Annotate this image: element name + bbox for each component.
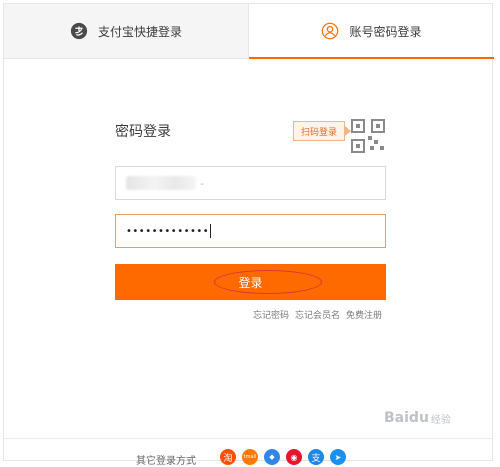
login-button[interactable]: 登录	[115, 264, 386, 300]
tab-alipay-label: 支付宝快捷登录	[97, 24, 182, 39]
forgot-username-link[interactable]: 忘记会员名	[295, 308, 340, 321]
scan-login-label: 扫码登录	[301, 127, 338, 138]
register-link[interactable]: 免费注册	[346, 308, 382, 321]
login-tabs: 支付宝快捷登录 账号密码登录	[4, 4, 494, 59]
account-value-suffix: -	[200, 176, 204, 190]
other-login-label: 其它登录方式	[136, 456, 196, 467]
login-title: 密码登录	[115, 124, 171, 140]
watermark-suffix: 经验	[430, 414, 451, 426]
tab-account-label: 账号密码登录	[349, 24, 422, 39]
text-caret	[210, 224, 212, 238]
login-panel: 支付宝快捷登录 账号密码登录 密码登录 扫码登录 - •••••••••••••	[3, 3, 494, 467]
watermark-brand: Baidu	[384, 410, 429, 426]
scan-login-tag[interactable]: 扫码登录	[293, 121, 352, 141]
tab-alipay-login[interactable]: 支付宝快捷登录	[4, 4, 249, 58]
tab-account-login[interactable]: 账号密码登录	[249, 4, 494, 59]
password-input[interactable]: •••••••••••••	[115, 214, 386, 248]
user-icon	[322, 22, 339, 40]
qr-code-icon[interactable]	[350, 118, 386, 154]
alipay-logo-icon	[70, 22, 88, 40]
help-links: 忘记密码 忘记会员名 免费注册	[253, 308, 382, 321]
account-value-blurred	[126, 176, 196, 190]
account-input[interactable]: -	[115, 166, 386, 200]
password-value: •••••••••••••	[126, 225, 210, 237]
forgot-password-link[interactable]: 忘记密码	[253, 308, 289, 321]
login-button-label: 登录	[238, 275, 263, 290]
baidu-watermark: Baidu 经验	[384, 410, 451, 426]
